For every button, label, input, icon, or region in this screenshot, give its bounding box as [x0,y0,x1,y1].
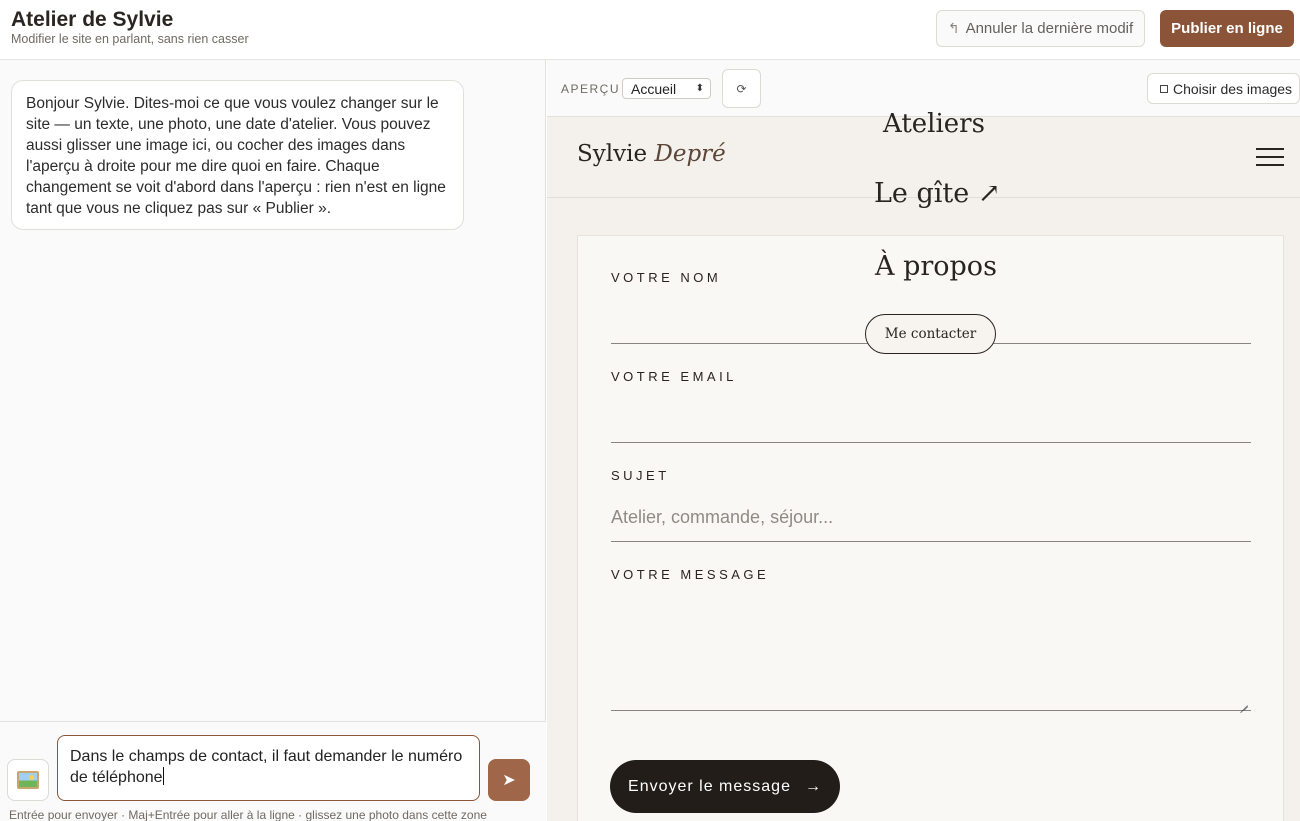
attach-image-button[interactable] [7,759,49,801]
nav-item-le-gite[interactable]: Le gîte ↗ [874,178,1000,209]
logo-first-name: Sylvie [577,141,648,167]
message-textarea[interactable] [611,710,1251,711]
preview-label: APERÇU [561,82,621,96]
text-caret [162,767,164,785]
undo-button[interactable]: ↰ Annuler la dernière modif [936,10,1145,47]
resize-handle-icon[interactable] [1238,696,1248,706]
publish-button[interactable]: Publier en ligne [1160,10,1294,47]
subject-label: SUJET [611,468,670,483]
nav-item-ateliers[interactable]: Ateliers [883,109,985,139]
composer: Dans le champs de contact, il faut deman… [0,721,546,821]
send-message-label: Envoyer le message [628,777,791,795]
send-button[interactable]: ➤ [488,759,530,801]
top-bar: Atelier de Sylvie Modifier le site en pa… [0,0,1300,60]
app-title: Atelier de Sylvie [11,8,174,31]
image-icon [17,771,39,789]
send-icon: ➤ [502,772,516,789]
refresh-button[interactable]: ⟳ [722,69,761,108]
site-logo[interactable]: Sylvie Depré [577,141,726,167]
refresh-icon: ⟳ [736,81,747,96]
chevron-updown-icon: ⬍ [695,83,704,94]
email-label: VOTRE EMAIL [611,369,737,384]
undo-button-label: Annuler la dernière modif [965,20,1134,37]
nav-item-a-propos[interactable]: À propos [875,251,997,282]
checkbox-icon [1160,84,1168,93]
message-label: VOTRE MESSAGE [611,567,770,582]
assistant-message: Bonjour Sylvie. Dites-moi ce que vous vo… [11,80,464,230]
app-subtitle: Modifier le site en parlant, sans rien c… [11,32,249,46]
message-input-value: Dans le champs de contact, il faut deman… [70,748,463,786]
arrow-right-icon: → [804,777,822,795]
page-select[interactable]: Accueil ⬍ [622,78,711,99]
chat-panel: Bonjour Sylvie. Dites-moi ce que vous vo… [0,60,546,821]
subject-input[interactable] [611,541,1251,542]
message-input[interactable]: Dans le champs de contact, il faut deman… [57,735,480,801]
choose-images-label: Choisir des images [1173,80,1293,97]
logo-last-name: Depré [654,141,726,167]
choose-images-button[interactable]: Choisir des images [1147,73,1300,104]
page-select-value: Accueil [631,80,677,97]
name-label: VOTRE NOM [611,270,722,285]
contact-pill-button[interactable]: Me contacter [865,314,996,354]
composer-hint: Entrée pour envoyer · Maj+Entrée pour al… [9,808,487,821]
hamburger-menu-icon[interactable] [1256,148,1284,166]
preview-panel: APERÇU Accueil ⬍ ⟳ Choisir des images Sy… [547,60,1300,821]
undo-icon: ↰ [947,20,960,36]
subject-input-placeholder[interactable]: Atelier, commande, séjour... [611,507,1251,528]
send-message-button[interactable]: Envoyer le message → [610,760,840,813]
email-input[interactable] [611,442,1251,443]
